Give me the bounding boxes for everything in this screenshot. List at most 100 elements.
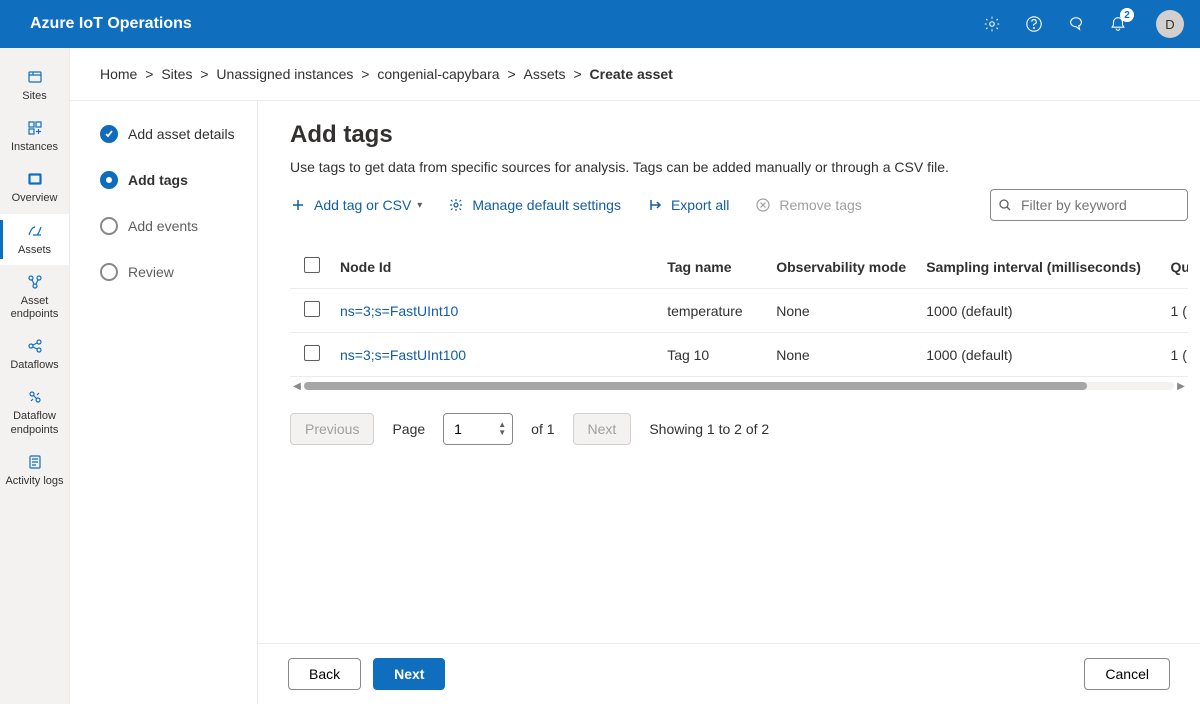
row-checkbox[interactable]	[304, 301, 320, 317]
sidebar: Sites Instances Overview Assets Asset en…	[0, 48, 70, 704]
step-label: Review	[128, 264, 174, 280]
add-tag-label: Add tag or CSV	[314, 197, 411, 213]
dataflow-endpoints-icon	[26, 388, 44, 406]
scroll-right-icon[interactable]: ▶	[1174, 381, 1188, 392]
breadcrumb-item[interactable]: Assets	[524, 66, 566, 82]
manage-settings-label: Manage default settings	[472, 197, 621, 213]
filter-input[interactable]	[990, 189, 1188, 221]
spinner-down-icon[interactable]: ▼	[498, 429, 506, 437]
sidebar-item-asset-endpoints[interactable]: Asset endpoints	[0, 265, 69, 329]
export-all-button[interactable]: Export all	[647, 197, 729, 213]
column-header-qu[interactable]: Qu	[1161, 245, 1188, 289]
sidebar-item-label: Assets	[18, 244, 51, 257]
manage-settings-button[interactable]: Manage default settings	[448, 197, 621, 213]
sidebar-item-activity-logs[interactable]: Activity logs	[0, 445, 69, 496]
page-label: Page	[392, 421, 425, 437]
page-number-field[interactable]: ▲ ▼	[443, 413, 513, 445]
sidebar-item-label: Activity logs	[5, 475, 63, 488]
step-label: Add tags	[128, 172, 188, 188]
app-title: Azure IoT Operations	[30, 15, 982, 33]
obs-mode-cell: None	[766, 289, 916, 333]
column-header-node[interactable]: Node Id	[330, 245, 657, 289]
instances-icon	[26, 119, 44, 137]
breadcrumb-item[interactable]: Unassigned instances	[216, 66, 353, 82]
back-button[interactable]: Back	[288, 658, 361, 690]
column-header-sampling[interactable]: Sampling interval (milliseconds)	[916, 245, 1160, 289]
export-icon	[647, 197, 663, 213]
pager: Previous Page ▲ ▼ of 1 Next Showing 1 to…	[290, 413, 1188, 445]
horizontal-scrollbar[interactable]: ◀ ▶	[290, 377, 1188, 395]
dataflows-icon	[26, 337, 44, 355]
previous-page-button: Previous	[290, 413, 374, 445]
sidebar-item-dataflows[interactable]: Dataflows	[0, 329, 69, 380]
breadcrumb-item[interactable]: Sites	[161, 66, 192, 82]
column-header-tag[interactable]: Tag name	[657, 245, 766, 289]
notifications-icon[interactable]: 2	[1108, 14, 1128, 34]
check-icon	[100, 125, 118, 143]
step-add-tags[interactable]: Add tags	[100, 171, 241, 189]
sidebar-item-sites[interactable]: Sites	[0, 60, 69, 111]
breadcrumb-item[interactable]: Home	[100, 66, 137, 82]
sampling-cell: 1000 (default)	[916, 289, 1160, 333]
remove-tags-label: Remove tags	[779, 197, 861, 213]
breadcrumb-current: Create asset	[590, 66, 673, 82]
step-review[interactable]: Review	[100, 263, 241, 281]
breadcrumb: Home > Sites > Unassigned instances > co…	[70, 48, 1200, 101]
top-bar: Azure IoT Operations 2 D	[0, 0, 1200, 48]
settings-icon[interactable]	[982, 14, 1002, 34]
table-row[interactable]: ns=3;s=FastUInt100 Tag 10 None 1000 (def…	[290, 333, 1188, 377]
feedback-icon[interactable]	[1066, 14, 1086, 34]
page-number-input[interactable]	[454, 421, 494, 437]
sidebar-item-assets[interactable]: Assets	[0, 214, 69, 265]
next-button[interactable]: Next	[373, 658, 445, 690]
search-icon	[998, 198, 1012, 212]
user-avatar[interactable]: D	[1156, 10, 1184, 38]
scroll-left-icon[interactable]: ◀	[290, 381, 304, 392]
qu-cell: 1 (	[1161, 333, 1188, 377]
page-title: Add tags	[290, 121, 1188, 149]
cancel-button[interactable]: Cancel	[1084, 658, 1170, 690]
tag-table: Node Id Tag name Observability mode Samp…	[290, 245, 1188, 395]
step-add-events[interactable]: Add events	[100, 217, 241, 235]
export-all-label: Export all	[671, 197, 729, 213]
asset-endpoints-icon	[26, 273, 44, 291]
chevron-down-icon: ▾	[417, 200, 422, 211]
node-id-link[interactable]: ns=3;s=FastUInt100	[330, 333, 657, 377]
help-icon[interactable]	[1024, 14, 1044, 34]
showing-label: Showing 1 to 2 of 2	[649, 421, 769, 437]
scroll-track[interactable]	[304, 382, 1174, 390]
obs-mode-cell: None	[766, 333, 916, 377]
gear-icon	[448, 197, 464, 213]
sidebar-item-label: Dataflows	[10, 359, 58, 372]
remove-tags-button: Remove tags	[755, 197, 861, 213]
filter-wrap	[990, 189, 1188, 221]
page-spinner: ▲ ▼	[498, 421, 506, 437]
breadcrumb-item[interactable]: congenial-capybara	[377, 66, 499, 82]
column-header-obs[interactable]: Observability mode	[766, 245, 916, 289]
table-header-row: Node Id Tag name Observability mode Samp…	[290, 245, 1188, 289]
add-tag-button[interactable]: Add tag or CSV ▾	[290, 197, 422, 213]
step-asset-details[interactable]: Add asset details	[100, 125, 241, 143]
next-page-button: Next	[573, 413, 632, 445]
select-all-checkbox[interactable]	[304, 257, 320, 273]
table-row[interactable]: ns=3;s=FastUInt10 temperature None 1000 …	[290, 289, 1188, 333]
step-label: Add events	[128, 218, 198, 234]
toolbar: Add tag or CSV ▾ Manage default settings…	[290, 189, 1188, 221]
pending-step-icon	[100, 263, 118, 281]
sidebar-item-overview[interactable]: Overview	[0, 162, 69, 213]
tag-name-cell: Tag 10	[657, 333, 766, 377]
node-id-link[interactable]: ns=3;s=FastUInt10	[330, 289, 657, 333]
sidebar-item-dataflow-endpoints[interactable]: Dataflow endpoints	[0, 380, 69, 444]
row-checkbox[interactable]	[304, 345, 320, 361]
step-label: Add asset details	[128, 126, 235, 142]
activity-logs-icon	[26, 453, 44, 471]
sidebar-item-label: Dataflow endpoints	[4, 410, 65, 436]
sidebar-item-label: Instances	[11, 141, 58, 154]
remove-icon	[755, 197, 771, 213]
sidebar-item-label: Overview	[12, 192, 58, 205]
scroll-thumb[interactable]	[304, 382, 1087, 390]
sidebar-item-instances[interactable]: Instances	[0, 111, 69, 162]
pending-step-icon	[100, 217, 118, 235]
topbar-icons: 2 D	[982, 10, 1184, 38]
notification-badge: 2	[1120, 8, 1134, 22]
